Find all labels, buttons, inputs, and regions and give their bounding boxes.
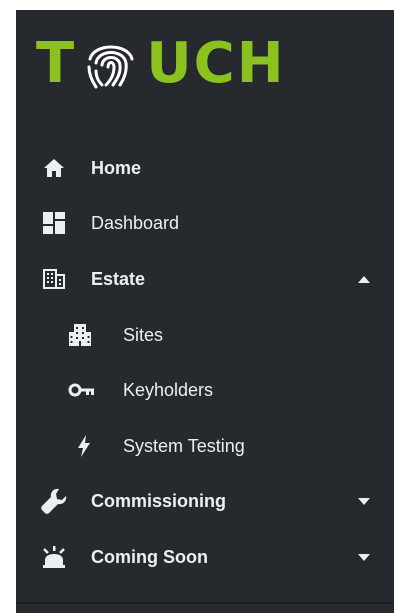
touch-logo[interactable]: T UCH: [36, 32, 286, 96]
chevron-down-icon[interactable]: [358, 495, 370, 507]
sidebar-item-commissioning[interactable]: Commissioning: [16, 479, 394, 523]
fingerprint-icon: [87, 45, 134, 89]
sidebar-item-estate[interactable]: Estate: [16, 257, 394, 301]
bell-alert-icon: [40, 545, 68, 569]
sidebar-item-system-testing[interactable]: System Testing: [16, 424, 394, 468]
sidebar-item-keyholders[interactable]: Keyholders: [16, 368, 394, 412]
sidebar-item-label: Sites: [123, 324, 164, 345]
key-icon: [68, 378, 96, 402]
wrench-icon: [40, 488, 68, 514]
logo-text-left: T: [36, 31, 77, 96]
lightning-icon: [72, 434, 96, 458]
sidebar-item-label: Dashboard: [91, 212, 180, 233]
sidebar-item-home[interactable]: Home: [16, 146, 394, 190]
dashboard-icon: [42, 211, 66, 235]
chevron-up-icon[interactable]: [358, 273, 370, 285]
sidebar-item-label: Commissioning: [91, 490, 227, 511]
divider: [16, 602, 394, 604]
sidebar-item-coming-soon[interactable]: Coming Soon: [16, 535, 394, 579]
sidebar-item-label: Estate: [91, 268, 146, 289]
logo-text-right: UCH: [146, 31, 286, 96]
city-icon: [68, 323, 92, 347]
home-icon: [42, 156, 66, 180]
building-icon: [42, 267, 66, 291]
sidebar-item-label: Home: [91, 157, 142, 178]
sidebar-item-label: Keyholders: [123, 379, 214, 400]
sidebar-item-label: System Testing: [123, 435, 245, 456]
sidebar-item-label: Coming Soon: [91, 546, 208, 567]
sidebar-item-sites[interactable]: Sites: [16, 313, 394, 357]
sidebar-item-dashboard[interactable]: Dashboard: [16, 201, 394, 245]
sidebar: T UCH Home Dashboard Estate Sites Keyhol…: [16, 10, 394, 613]
chevron-down-icon[interactable]: [358, 551, 370, 563]
